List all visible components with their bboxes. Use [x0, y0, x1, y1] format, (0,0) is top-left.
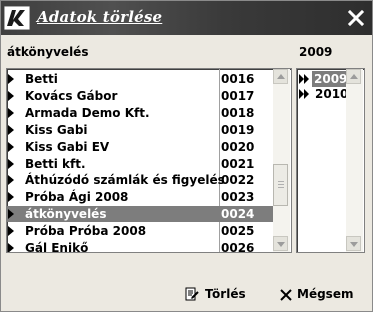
company-code: 0016 — [221, 72, 255, 86]
delete-document-icon — [185, 287, 199, 301]
cancel-button[interactable]: Mégsem — [279, 284, 354, 306]
company-name: Próba Ági 2008 — [25, 190, 129, 205]
company-name: átkönyvelés — [25, 207, 107, 222]
year-row[interactable]: 2010 — [297, 86, 348, 102]
year-list-scrollbar[interactable] — [346, 69, 363, 252]
company-row[interactable]: Próba Próba 2008 0025 — [7, 223, 273, 239]
triangle-right-icon — [8, 74, 14, 84]
year-list[interactable]: 2009 2010 — [296, 68, 365, 253]
year-row[interactable]: 2009 — [297, 71, 350, 87]
year-scroll-down-button[interactable] — [346, 236, 361, 251]
year-scroll-up-button[interactable] — [346, 69, 361, 84]
company-list-scrollbar[interactable] — [273, 69, 290, 252]
double-triangle-right-icon-part — [304, 74, 309, 84]
company-row[interactable]: Áthúzódó számlák és figyelés 0022 — [7, 172, 273, 188]
company-code: 0023 — [221, 190, 255, 205]
triangle-right-icon — [8, 209, 14, 220]
company-code: 0018 — [221, 105, 255, 120]
triangle-right-icon — [8, 243, 14, 252]
delete-data-dialog: Adatok törlése átkönyvelés 2009 Betti 001… — [0, 0, 373, 312]
year-list-label: 2009 — [299, 45, 333, 59]
company-row[interactable]: Próba Ági 2008 0023 — [7, 189, 273, 205]
company-row[interactable]: Gál Enikő 0026 — [7, 240, 273, 253]
company-list[interactable]: Betti 0016 Kovács Gábor 0017 Armada Demo Kft… — [6, 68, 292, 253]
cancel-button-label: Mégsem — [297, 287, 354, 301]
company-row[interactable]: Kovács Gábor 0017 — [7, 88, 273, 104]
triangle-right-icon — [8, 141, 14, 152]
company-row[interactable]: Kiss Gabi EV 0020 — [7, 139, 273, 155]
company-code: 0024 — [221, 207, 255, 222]
title-bar[interactable]: Adatok törlése — [1, 1, 372, 35]
company-code: 0026 — [221, 241, 255, 253]
company-name: Áthúzódó számlák és figyelés — [25, 173, 225, 188]
double-triangle-right-icon-part — [304, 89, 309, 99]
company-name: Kiss Gabi — [25, 122, 88, 137]
company-name: Kiss Gabi EV — [25, 139, 110, 154]
company-list-label: átkönyvelés — [7, 45, 89, 59]
company-code: 0019 — [221, 122, 255, 137]
delete-button-label: Törlés — [205, 287, 246, 301]
company-code: 0022 — [221, 173, 255, 188]
company-code: 0017 — [221, 88, 255, 103]
company-row[interactable]: átkönyvelés 0024 — [7, 206, 273, 223]
triangle-right-icon — [8, 226, 14, 237]
company-name: Betti — [25, 72, 58, 86]
year-label: 2010 — [315, 87, 349, 101]
scroll-thumb[interactable] — [273, 164, 288, 206]
company-name: Betti kft. — [25, 156, 86, 171]
triangle-right-icon — [8, 124, 14, 135]
company-row[interactable]: Betti 0016 — [7, 71, 273, 87]
app-logo-icon — [4, 6, 30, 30]
company-code: 0025 — [221, 224, 255, 239]
window-title: Adatok törlése — [37, 8, 163, 26]
delete-button[interactable]: Törlés — [184, 284, 246, 306]
company-name: Gál Enikő — [25, 241, 89, 253]
scroll-up-button[interactable] — [273, 69, 288, 84]
company-row[interactable]: Kiss Gabi 0019 — [7, 122, 273, 138]
close-icon[interactable] — [347, 9, 365, 27]
scroll-down-button[interactable] — [273, 236, 288, 251]
x-icon — [280, 289, 292, 301]
triangle-right-icon — [8, 192, 14, 203]
year-label: 2009 — [312, 71, 350, 87]
company-row[interactable]: Betti kft. 0021 — [7, 156, 273, 172]
company-row[interactable]: Armada Demo Kft. 0018 — [7, 105, 273, 121]
triangle-right-icon — [8, 107, 14, 118]
triangle-right-icon — [8, 158, 14, 169]
company-name: Kovács Gábor — [25, 88, 118, 103]
triangle-right-icon — [8, 90, 14, 101]
triangle-right-icon — [8, 175, 14, 186]
company-code: 0020 — [221, 139, 255, 154]
company-name: Próba Próba 2008 — [25, 224, 147, 239]
company-code: 0021 — [221, 156, 255, 171]
company-name: Armada Demo Kft. — [25, 105, 150, 120]
